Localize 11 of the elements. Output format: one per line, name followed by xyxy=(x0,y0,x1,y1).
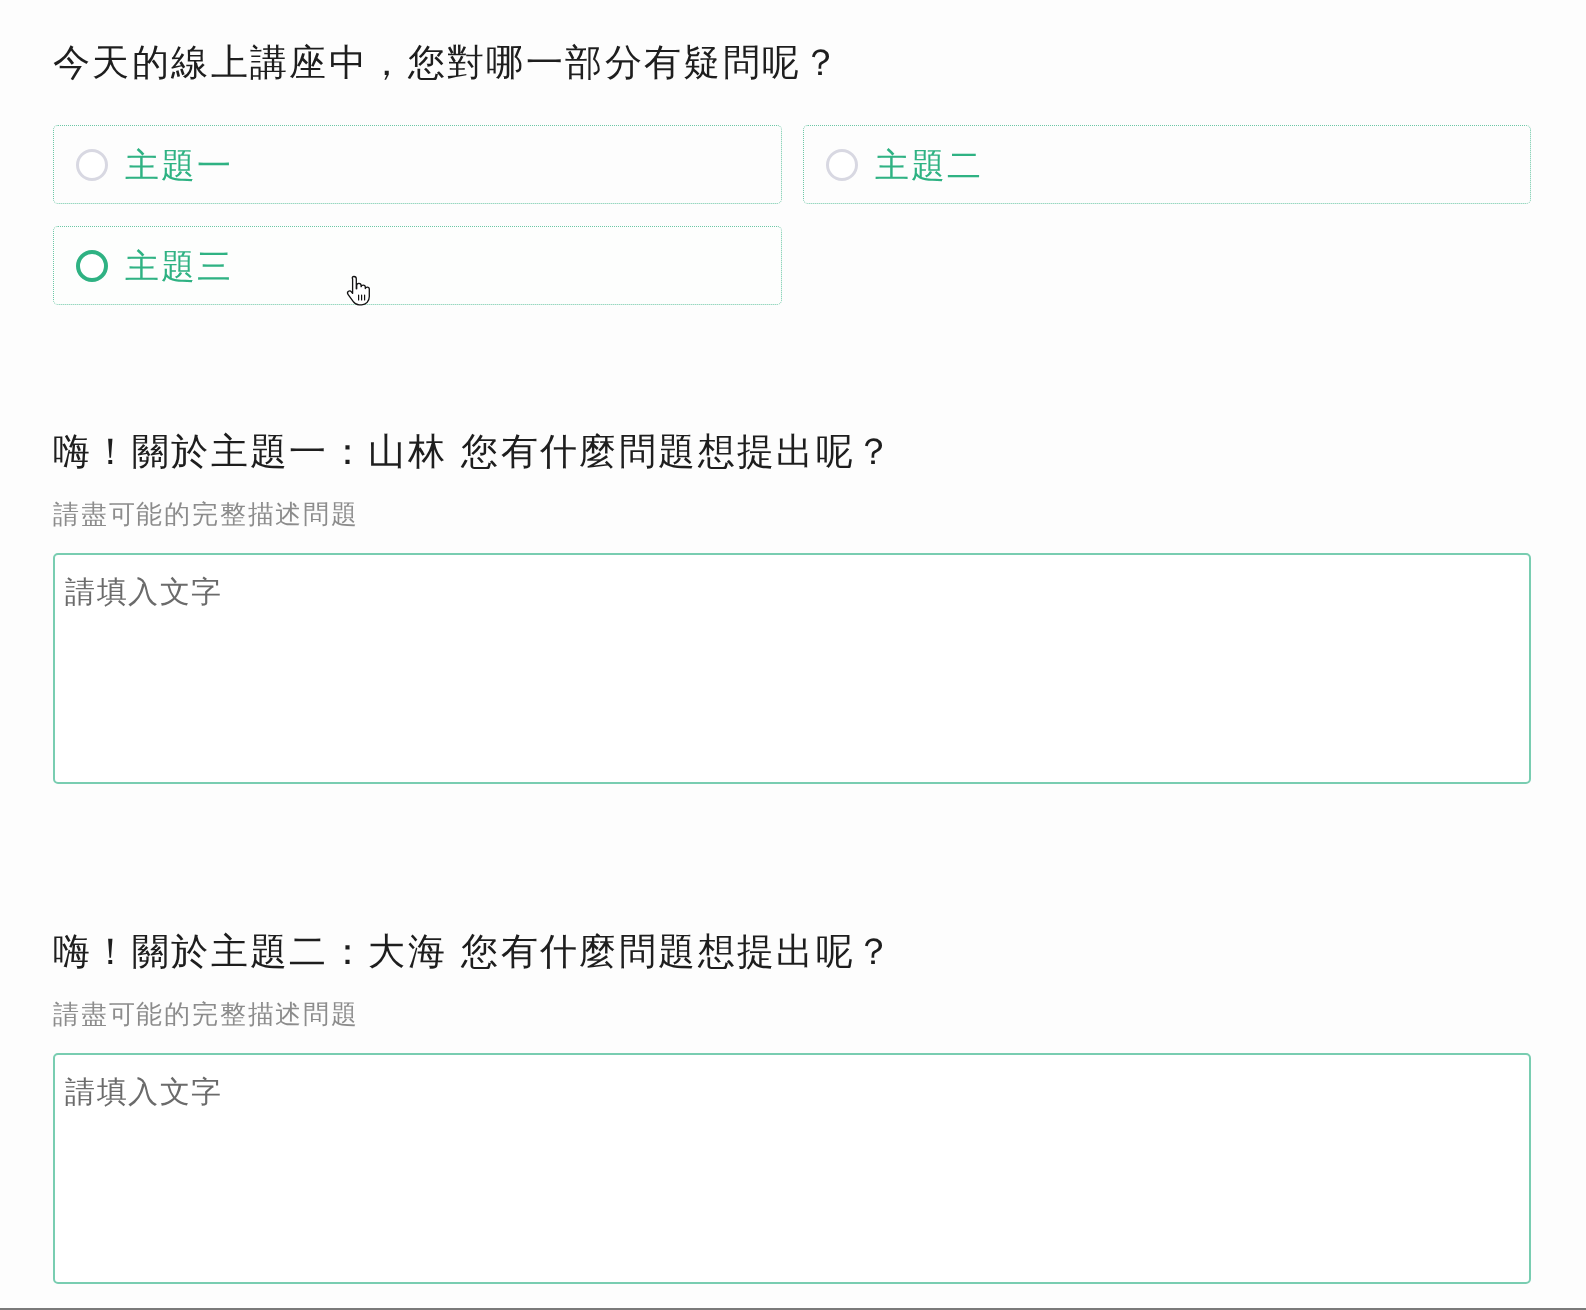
answer-box[interactable]: 請填入文字 xyxy=(53,553,1531,784)
question-hint: 請盡可能的完整描述問題 xyxy=(53,999,360,1030)
question-hint: 請盡可能的完整描述問題 xyxy=(53,499,360,530)
radio-option[interactable]: 主題二 xyxy=(802,125,1531,204)
radio-option[interactable]: 主題一 xyxy=(53,125,782,204)
question-title: 嗨！關於主題二：大海 您有什麼問題想提出呢？ xyxy=(53,930,896,974)
question-title: 嗨！關於主題一：山林 您有什麼問題想提出呢？ xyxy=(53,430,896,474)
radio-button[interactable] xyxy=(76,249,108,282)
radio-option[interactable]: 主題三 xyxy=(53,226,782,305)
answer-box[interactable]: 請填入文字 xyxy=(53,1053,1531,1284)
question-title: 今天的線上講座中，您對哪一部分有疑問呢？ xyxy=(53,41,842,85)
